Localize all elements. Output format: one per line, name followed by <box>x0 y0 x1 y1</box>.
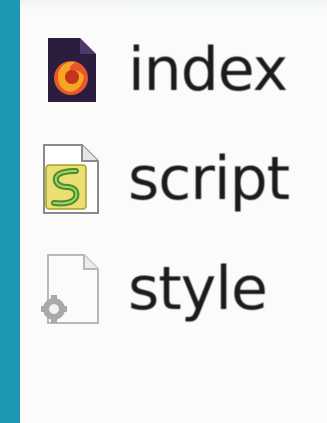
file-list-panel: index script style <box>20 0 327 423</box>
javascript-file-icon <box>32 139 108 219</box>
file-name: index <box>128 35 288 105</box>
css-file-icon <box>32 249 108 329</box>
file-name: style <box>128 254 268 324</box>
panel-top-edge <box>20 0 327 10</box>
file-item-index[interactable]: index <box>32 30 322 110</box>
file-item-script[interactable]: script <box>32 139 322 219</box>
file-item-style[interactable]: style <box>32 249 322 329</box>
firefox-html-document-icon <box>32 30 108 110</box>
file-name: script <box>128 144 290 214</box>
